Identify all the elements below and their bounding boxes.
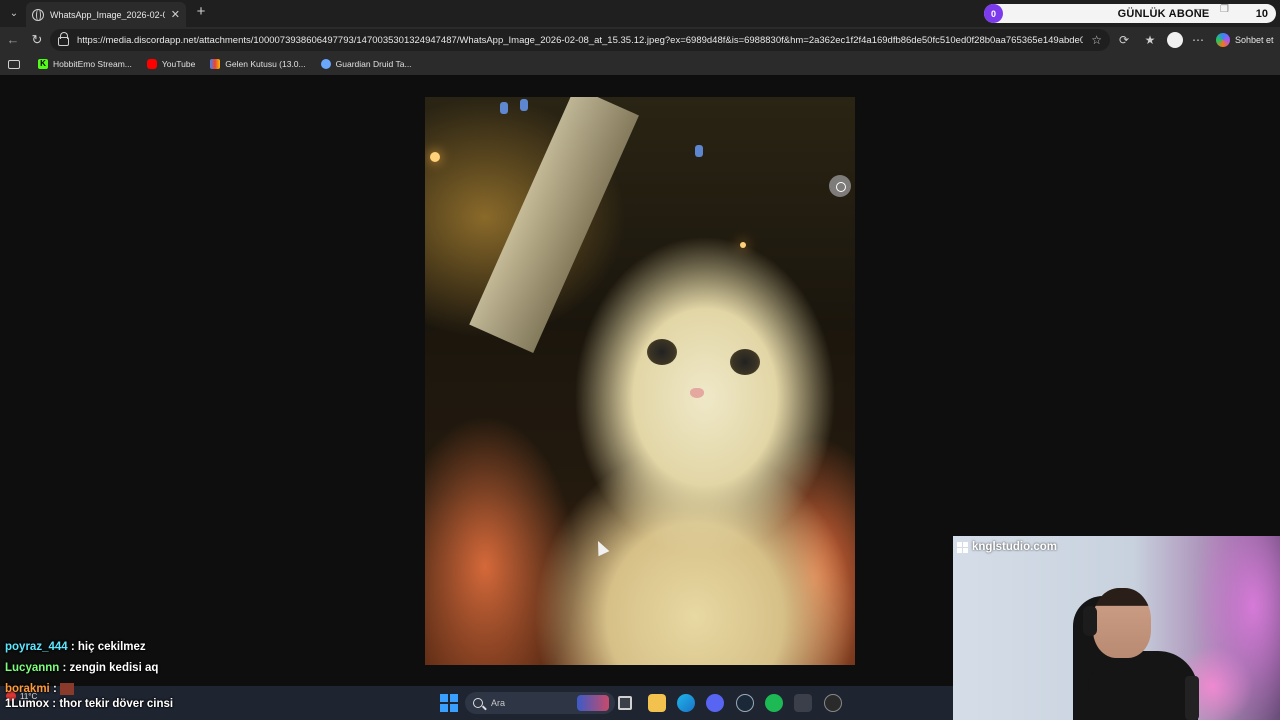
bookmark-label: HobbitEmo Stream... (53, 59, 132, 69)
microphone-icon (1185, 676, 1199, 720)
studio-logo-icon (957, 541, 968, 553)
tab-actions-chevron-icon[interactable]: ⌄ (4, 4, 24, 22)
subscriber-goal-target: 10 (1255, 7, 1268, 20)
tab-strip: ⌄ WhatsApp_Image_2026-02-08_at_ ✕ + 0 GÜ… (0, 0, 1280, 27)
url-text: https://media.discordapp.net/attachments… (77, 34, 1084, 46)
bookmark-label: Gelen Kutusu (13.0... (225, 59, 306, 69)
gmail-icon (210, 59, 221, 69)
chat-message: poyraz_444 : hiç cekilmez (5, 641, 146, 653)
brand-text: knglstudio.com (972, 541, 1057, 553)
taskbar-search[interactable]: Ara (465, 692, 615, 714)
address-bar[interactable]: https://media.discordapp.net/attachments… (50, 29, 1110, 51)
streamer-head (1093, 588, 1151, 658)
youtube-icon (146, 59, 157, 69)
steam-icon[interactable] (736, 694, 754, 712)
chat-message: Lucyannn : zengin kedisi aq (5, 662, 159, 674)
bookmark-label: Guardian Druid Ta... (335, 59, 412, 69)
window-light (695, 145, 703, 157)
bookmark-item[interactable]: Gelen Kutusu (13.0... (210, 59, 306, 69)
window-controls: — ❐ (1194, 4, 1229, 15)
browser-toolbar: ← ↻ https://media.discordapp.net/attachm… (0, 27, 1280, 53)
chat-username: poyraz_444 (5, 641, 68, 653)
chat-username: Lucyannn (5, 662, 60, 674)
window-light (520, 99, 528, 111)
chat-text: zengin kedisi aq (69, 662, 159, 674)
headset-icon (1083, 606, 1097, 636)
more-menu-icon[interactable]: ⋯ (1190, 32, 1206, 48)
street-lamp (740, 242, 746, 248)
discord-icon[interactable] (706, 694, 724, 712)
edge-icon[interactable] (677, 694, 695, 712)
search-icon (473, 698, 483, 708)
kick-icon: K (38, 59, 48, 69)
xbox-icon[interactable] (794, 694, 812, 712)
cat-eye (730, 349, 760, 375)
bookmark-item[interactable]: YouTube (146, 59, 196, 69)
cat-photo[interactable] (425, 97, 855, 665)
image-options-icon[interactable] (829, 175, 851, 197)
new-tab-button[interactable]: + (192, 3, 210, 21)
car-pillar (469, 97, 639, 353)
extensions-icon[interactable]: ⟳ (1116, 32, 1132, 48)
site-info-lock-icon[interactable] (58, 31, 69, 46)
favorite-star-icon[interactable]: ☆ (1091, 33, 1102, 47)
bookmark-item[interactable]: K HobbitEmo Stream... (38, 59, 132, 69)
webcam-brand: knglstudio.com (957, 541, 1057, 553)
favorites-icon[interactable]: ★ (1142, 32, 1158, 48)
chat-text: hiç cekilmez (77, 641, 146, 653)
search-placeholder: Ara (491, 698, 506, 708)
minimize-icon[interactable]: — (1194, 4, 1204, 15)
obs-icon[interactable] (824, 694, 842, 712)
cat-nose (690, 388, 704, 398)
copilot-chat-button[interactable]: Sohbet et (1212, 30, 1276, 50)
cat-eye (647, 339, 677, 365)
window-light (500, 102, 508, 114)
streamer-webcam: knglstudio.com (953, 536, 1280, 720)
chat-username: 1Lumox (5, 698, 50, 710)
back-arrow-icon[interactable]: ← (4, 31, 22, 49)
search-highlight-image (577, 695, 609, 711)
file-explorer-icon[interactable] (648, 694, 666, 712)
restore-icon[interactable]: ❐ (1220, 4, 1229, 15)
guide-icon (320, 59, 331, 69)
chat-message: 1Lumox : thor tekir döver cinsi (5, 698, 174, 710)
spotify-icon[interactable] (765, 694, 783, 712)
tab-close-icon[interactable]: ✕ (171, 8, 180, 21)
tab-title: WhatsApp_Image_2026-02-08_at_ (50, 9, 165, 20)
copilot-label: Sohbet et (1235, 35, 1274, 45)
subscriber-goal-widget: 0 GÜNLÜK ABONE 10 (984, 4, 1276, 23)
profile-avatar[interactable] (1167, 32, 1183, 48)
street-lamp (430, 152, 440, 162)
bookmark-label: YouTube (161, 59, 196, 69)
reload-icon[interactable]: ↻ (28, 31, 46, 49)
streamer-body (1088, 651, 1198, 720)
chat-text: thor tekir döver cinsi (59, 698, 174, 710)
bookmark-item[interactable]: Guardian Druid Ta... (320, 59, 412, 69)
browser-tab[interactable]: WhatsApp_Image_2026-02-08_at_ ✕ (26, 2, 186, 27)
copilot-icon (1216, 33, 1230, 47)
bookmarks-bar: K HobbitEmo Stream... YouTube Gelen Kutu… (0, 53, 1280, 75)
subscriber-count-current: 0 (984, 4, 1003, 23)
stream-chat-overlay: poyraz_444 : hiç cekilmez Lucyannn : zen… (5, 637, 425, 715)
taskview-icon[interactable] (618, 696, 632, 710)
globe-icon (32, 8, 44, 21)
tab-groups-icon[interactable] (8, 59, 20, 69)
windows-start-icon[interactable] (440, 694, 458, 712)
